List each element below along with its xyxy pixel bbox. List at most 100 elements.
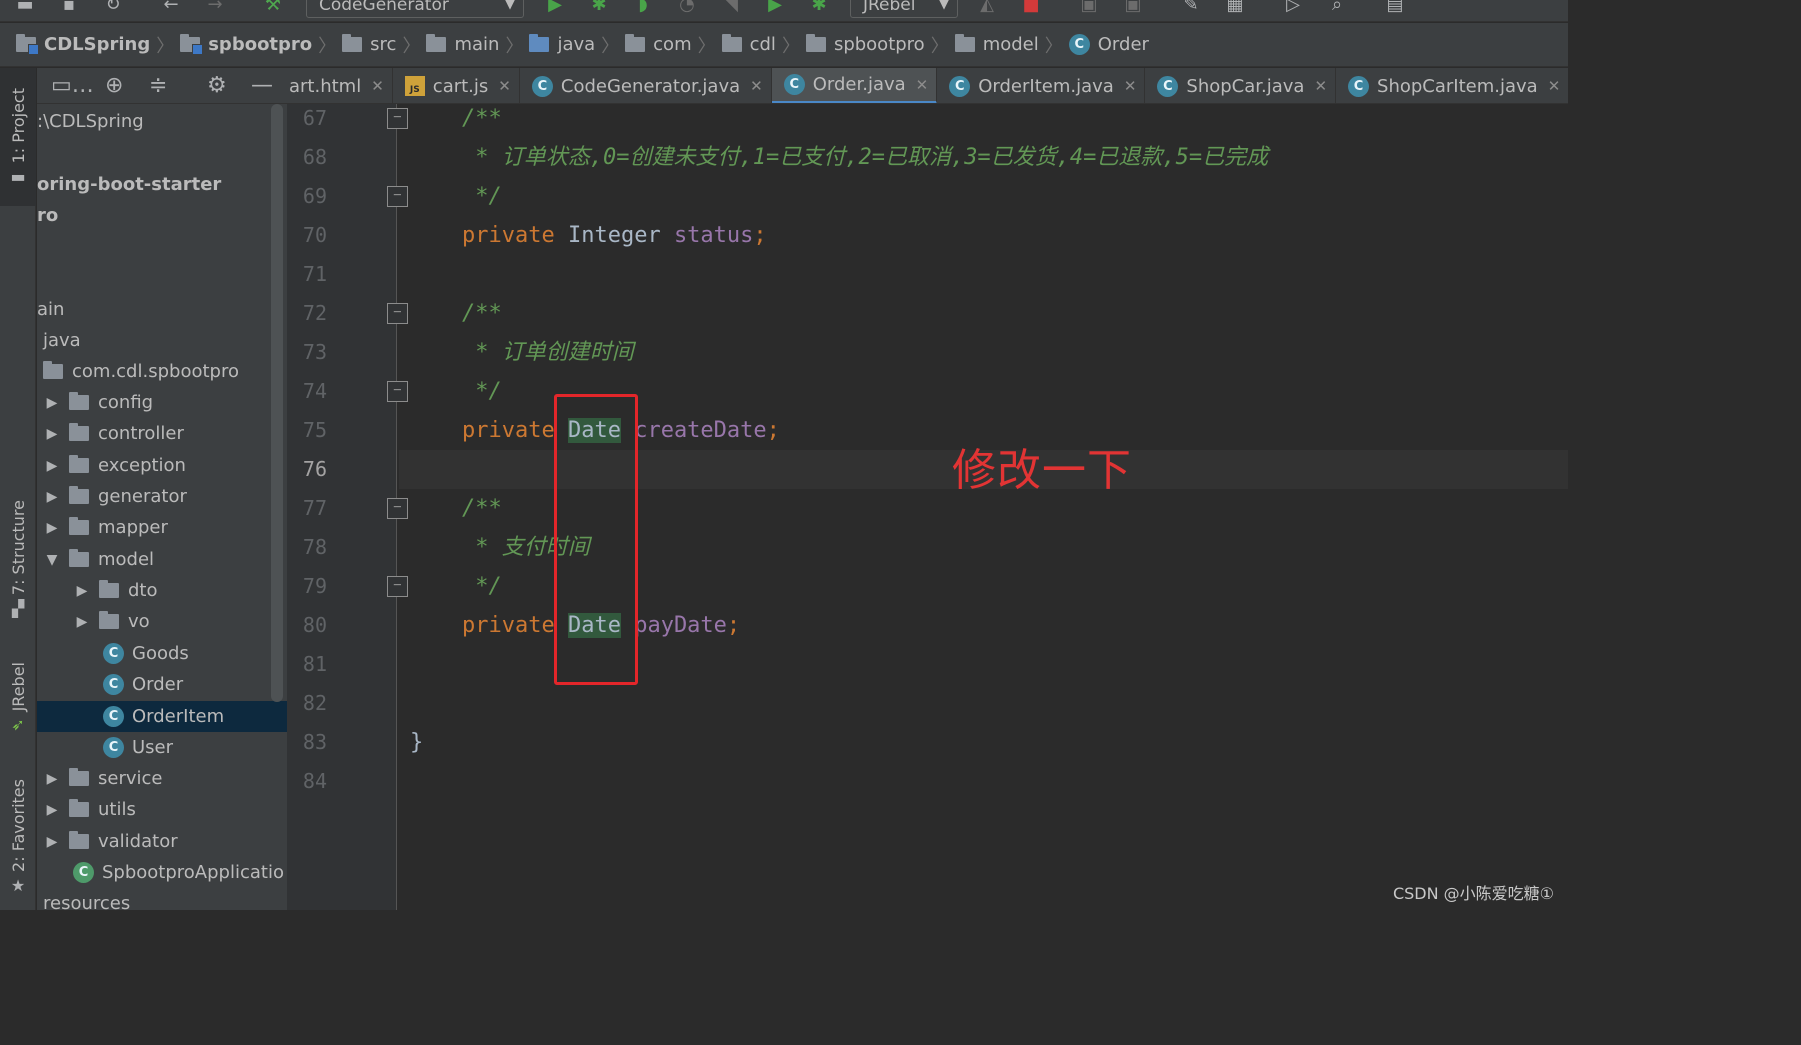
tree-item-service[interactable]: ▶ service bbox=[37, 763, 287, 794]
back-arrow-icon[interactable]: ← bbox=[160, 0, 182, 16]
expand-arrow-icon[interactable]: ▶ bbox=[45, 458, 59, 474]
close-icon[interactable]: ✕ bbox=[1124, 77, 1137, 95]
breadcrumb-item-main[interactable]: main bbox=[426, 34, 499, 55]
tree-item-mapper[interactable]: ▶ mapper bbox=[37, 512, 287, 543]
wrench-settings-icon[interactable]: ✎ bbox=[1180, 0, 1202, 16]
breadcrumb-item-spbootpro-package[interactable]: spbootpro bbox=[805, 34, 925, 55]
tree-item-goods[interactable]: C Goods bbox=[37, 638, 287, 669]
locate-file-icon[interactable]: ⊕ bbox=[105, 74, 123, 98]
search-icon[interactable]: ⌕ bbox=[1326, 0, 1348, 16]
tab-order-java[interactable]: C Order.java ✕ bbox=[771, 68, 938, 103]
jrebel-tool-tab[interactable]: JRebel ➶ bbox=[0, 656, 36, 740]
fold-marker-icon[interactable]: − bbox=[387, 303, 408, 324]
tree-item-pro[interactable]: ro bbox=[37, 200, 287, 231]
expand-arrow-icon[interactable]: ▶ bbox=[45, 395, 59, 411]
tab-cart-html[interactable]: art.html ✕ bbox=[287, 68, 393, 103]
code-line-72: /** bbox=[462, 301, 502, 326]
favorites-tool-tab[interactable]: 2: Favorites ★ bbox=[0, 774, 36, 900]
expand-arrow-icon[interactable]: ▶ bbox=[75, 614, 89, 630]
tab-orderitem-java[interactable]: C OrderItem.java ✕ bbox=[937, 68, 1146, 103]
project-tree-scrollbar[interactable] bbox=[271, 104, 283, 702]
close-icon[interactable]: ✕ bbox=[1548, 77, 1561, 95]
fold-marker-icon[interactable]: − bbox=[387, 108, 408, 129]
tab-cart-js[interactable]: JS cart.js ✕ bbox=[393, 68, 520, 103]
build-hammer-icon[interactable]: ⚒ bbox=[262, 0, 284, 16]
fold-marker-icon[interactable]: − bbox=[387, 498, 408, 519]
tree-item-exception[interactable]: ▶ exception bbox=[37, 450, 287, 481]
tab-codegenerator-java[interactable]: C CodeGenerator.java ✕ bbox=[520, 68, 772, 103]
tree-item-resources[interactable]: resources bbox=[37, 888, 287, 910]
breadcrumb-item-order[interactable]: C Order bbox=[1068, 34, 1149, 55]
vcs-commit-icon[interactable]: ▣ bbox=[1122, 0, 1144, 16]
expand-arrow-icon[interactable]: ▶ bbox=[45, 834, 59, 850]
run-config-select[interactable]: CodeGenerator ▼ bbox=[306, 0, 524, 18]
save-icon[interactable]: ▪ bbox=[58, 0, 80, 16]
collapse-all-icon[interactable]: ≑ bbox=[149, 74, 167, 98]
expand-arrow-icon[interactable]: ▶ bbox=[45, 489, 59, 505]
tree-item-vo[interactable]: ▶ vo bbox=[37, 606, 287, 637]
expand-arrow-icon[interactable]: ▶ bbox=[45, 520, 59, 536]
tree-item-com-cdl-spbootpro[interactable]: com.cdl.spbootpro bbox=[37, 356, 287, 387]
jrebel-run-icon[interactable]: ▶ bbox=[764, 0, 786, 16]
tree-item-root[interactable]: :\CDLSpring bbox=[37, 106, 287, 137]
presentation-icon[interactable]: ▤ bbox=[1384, 0, 1406, 16]
jrebel-config-select[interactable]: JRebel ▼ bbox=[850, 0, 958, 18]
breadcrumb-item-src[interactable]: src bbox=[342, 34, 396, 55]
tree-item-controller[interactable]: ▶ controller bbox=[37, 418, 287, 449]
tree-item-order[interactable]: C Order bbox=[37, 669, 287, 700]
run-icon[interactable]: ▶ bbox=[544, 0, 566, 16]
project-structure-icon[interactable]: ▦ bbox=[1224, 0, 1246, 16]
coverage-icon[interactable]: ◗ bbox=[632, 0, 654, 16]
tree-item-main[interactable]: ain bbox=[37, 294, 287, 325]
tab-shopcaritem-java[interactable]: C ShopCarItem.java ✕ bbox=[1336, 68, 1568, 103]
gear-icon[interactable]: ⚙ bbox=[207, 74, 227, 98]
tree-item-starter[interactable]: oring-boot-starter bbox=[37, 169, 287, 200]
close-icon[interactable]: ✕ bbox=[916, 76, 929, 94]
fold-marker-icon[interactable]: − bbox=[387, 381, 408, 402]
breadcrumb-item-java[interactable]: java bbox=[529, 34, 595, 55]
fold-marker-icon[interactable]: − bbox=[387, 186, 408, 207]
sync-icon[interactable]: ↻ bbox=[102, 0, 124, 16]
expand-arrow-icon[interactable]: ▶ bbox=[45, 802, 59, 818]
breadcrumb-item-cdlspring[interactable]: CDLSpring bbox=[16, 34, 150, 55]
tree-item-java[interactable]: java bbox=[37, 325, 287, 356]
jrebel-debug-icon[interactable]: ✱ bbox=[808, 0, 830, 16]
structure-tool-tab[interactable]: 7: Structure ▞ bbox=[0, 492, 36, 626]
breadcrumb-item-com[interactable]: com bbox=[625, 34, 692, 55]
attach-icon[interactable]: ◥ bbox=[720, 0, 742, 16]
tree-item-spbootpro-application[interactable]: C SpbootproApplicatio bbox=[37, 857, 287, 888]
forward-arrow-icon[interactable]: → bbox=[204, 0, 226, 16]
tree-item-dto[interactable]: ▶ dto bbox=[37, 575, 287, 606]
breadcrumb-item-spbootpro-module[interactable]: spbootpro bbox=[180, 34, 312, 55]
close-icon[interactable]: ✕ bbox=[1314, 77, 1327, 95]
open-folder-icon[interactable]: ▬ bbox=[14, 0, 36, 16]
code-editor[interactable]: 67 68 69 70 71 72 73 74 75 76 77 78 79 8… bbox=[287, 104, 1568, 910]
update-running-app-icon[interactable]: ◭ bbox=[976, 0, 998, 16]
profile-icon[interactable]: ◔ bbox=[676, 0, 698, 16]
expand-arrow-icon[interactable]: ▶ bbox=[45, 426, 59, 442]
tree-item-utils[interactable]: ▶ utils bbox=[37, 794, 287, 825]
stop-icon[interactable]: ■ bbox=[1020, 0, 1042, 16]
tree-item-generator[interactable]: ▶ generator bbox=[37, 481, 287, 512]
breadcrumb-item-cdl[interactable]: cdl bbox=[721, 34, 776, 55]
expand-arrow-icon[interactable]: ▶ bbox=[45, 771, 59, 787]
tab-shopcar-java[interactable]: C ShopCar.java ✕ bbox=[1145, 68, 1337, 103]
view-mode-dropdown-icon[interactable]: ▭… bbox=[51, 74, 94, 98]
close-icon[interactable]: ✕ bbox=[371, 77, 384, 95]
expand-arrow-icon[interactable]: ▶ bbox=[75, 583, 89, 599]
debug-bug-icon[interactable]: ✱ bbox=[588, 0, 610, 16]
tree-item-config[interactable]: ▶ config bbox=[37, 387, 287, 418]
close-icon[interactable]: ✕ bbox=[750, 77, 763, 95]
tree-item-model[interactable]: ▼ model bbox=[37, 544, 287, 575]
hide-panel-icon[interactable]: — bbox=[251, 74, 273, 98]
tree-item-orderitem[interactable]: C OrderItem bbox=[37, 701, 287, 732]
tree-item-validator[interactable]: ▶ validator bbox=[37, 826, 287, 857]
run-anything-icon[interactable]: ▷ bbox=[1282, 0, 1304, 16]
collapse-arrow-icon[interactable]: ▼ bbox=[45, 552, 59, 568]
fold-marker-icon[interactable]: − bbox=[387, 576, 408, 597]
breadcrumb-item-model[interactable]: model bbox=[954, 34, 1039, 55]
project-tool-tab[interactable]: 1: Project ▬ bbox=[0, 68, 36, 206]
vcs-update-icon[interactable]: ▣ bbox=[1078, 0, 1100, 16]
close-icon[interactable]: ✕ bbox=[498, 77, 511, 95]
tree-item-user[interactable]: C User bbox=[37, 732, 287, 763]
